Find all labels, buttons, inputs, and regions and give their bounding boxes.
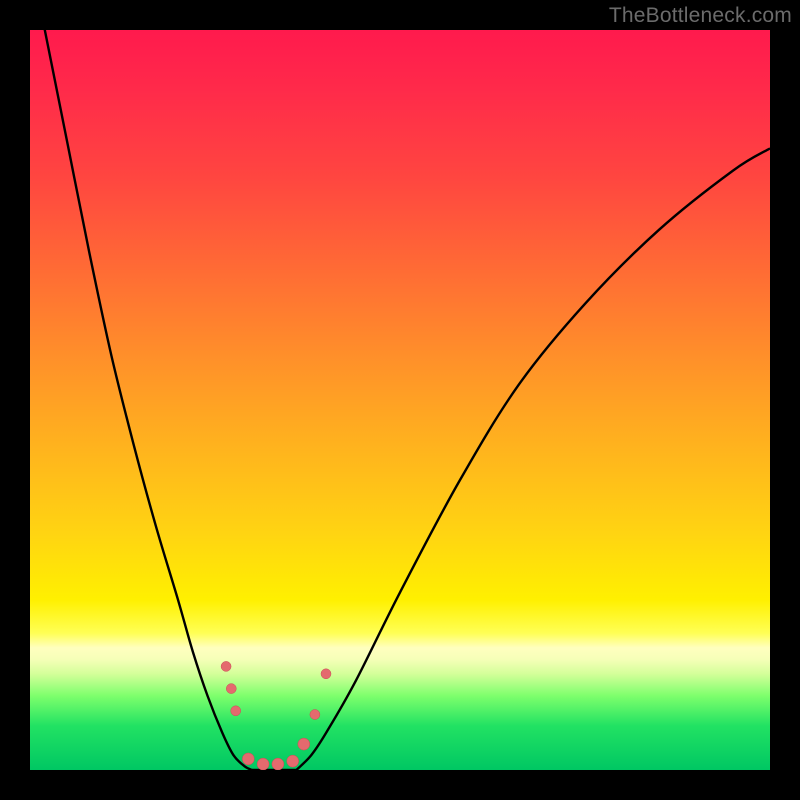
bottleneck-curve-path [30, 30, 770, 770]
watermark-text: TheBottleneck.com [609, 4, 792, 28]
data-markers [221, 661, 331, 770]
data-marker [298, 738, 310, 750]
bottleneck-curve [30, 30, 770, 770]
plot-area [30, 30, 770, 770]
chart-stage: TheBottleneck.com [0, 0, 800, 800]
data-marker [242, 753, 254, 765]
data-marker [257, 758, 269, 770]
curve-svg [30, 30, 770, 770]
data-marker [226, 684, 236, 694]
data-marker [221, 661, 231, 671]
data-marker [310, 710, 320, 720]
data-marker [287, 755, 299, 767]
data-marker [321, 669, 331, 679]
data-marker [272, 758, 284, 770]
data-marker [231, 706, 241, 716]
